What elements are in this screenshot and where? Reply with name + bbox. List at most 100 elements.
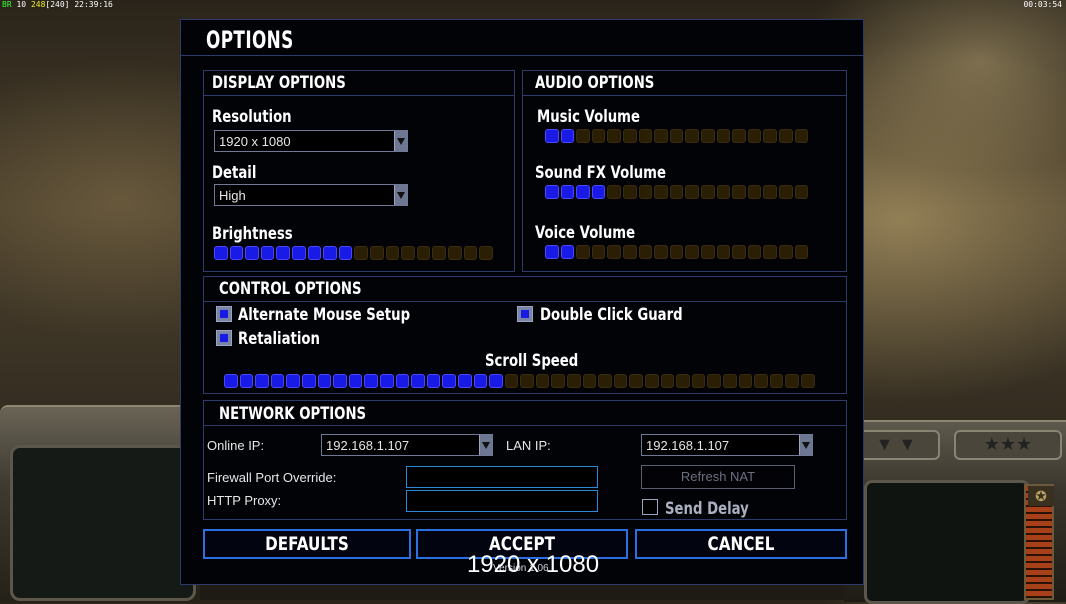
- slider-segment[interactable]: [723, 374, 737, 388]
- slider-segment[interactable]: [338, 246, 353, 260]
- slider-segment[interactable]: [463, 246, 478, 260]
- slider-segment[interactable]: [622, 245, 637, 259]
- slider-segment[interactable]: [763, 245, 777, 259]
- chevron-down-icon[interactable]: [799, 435, 812, 455]
- slider-segment[interactable]: [545, 245, 559, 259]
- slider-segment[interactable]: [545, 185, 559, 199]
- slider-segment[interactable]: [676, 374, 690, 388]
- detail-dropdown[interactable]: High: [214, 184, 408, 206]
- slider-segment[interactable]: [576, 245, 590, 259]
- brightness-slider[interactable]: [214, 246, 493, 260]
- slider-segment[interactable]: [591, 245, 606, 259]
- voice-volume-slider[interactable]: [545, 245, 809, 259]
- slider-segment[interactable]: [479, 246, 493, 260]
- slider-segment[interactable]: [551, 374, 566, 388]
- slider-segment[interactable]: [385, 246, 400, 260]
- send-delay-checkbox[interactable]: [642, 499, 658, 515]
- slider-segment[interactable]: [763, 129, 777, 143]
- slider-segment[interactable]: [685, 245, 699, 259]
- slider-segment[interactable]: [260, 246, 275, 260]
- slider-segment[interactable]: [716, 129, 731, 143]
- slider-segment[interactable]: [700, 129, 715, 143]
- slider-segment[interactable]: [685, 185, 699, 199]
- slider-segment[interactable]: [669, 245, 684, 259]
- slider-segment[interactable]: [520, 374, 534, 388]
- slider-segment[interactable]: [276, 246, 290, 260]
- slider-segment[interactable]: [301, 374, 316, 388]
- slider-segment[interactable]: [535, 374, 550, 388]
- slider-segment[interactable]: [576, 129, 590, 143]
- slider-segment[interactable]: [747, 129, 762, 143]
- scroll-speed-slider[interactable]: [224, 374, 815, 388]
- slider-segment[interactable]: [582, 374, 597, 388]
- slider-segment[interactable]: [607, 185, 621, 199]
- slider-segment[interactable]: [560, 185, 575, 199]
- slider-segment[interactable]: [224, 374, 238, 388]
- slider-segment[interactable]: [732, 245, 746, 259]
- resolution-dropdown[interactable]: 1920 x 1080: [214, 130, 408, 152]
- slider-segment[interactable]: [323, 246, 337, 260]
- sound-fx-volume-slider[interactable]: [545, 185, 809, 199]
- slider-segment[interactable]: [778, 129, 793, 143]
- online-ip-dropdown[interactable]: 192.168.1.107: [321, 434, 493, 456]
- chevron-down-icon[interactable]: [479, 435, 492, 455]
- slider-segment[interactable]: [732, 129, 746, 143]
- slider-segment[interactable]: [489, 374, 503, 388]
- slider-segment[interactable]: [286, 374, 300, 388]
- slider-segment[interactable]: [401, 246, 415, 260]
- slider-segment[interactable]: [245, 246, 259, 260]
- slider-segment[interactable]: [794, 185, 809, 199]
- slider-segment[interactable]: [778, 185, 793, 199]
- lan-ip-dropdown[interactable]: 192.168.1.107: [641, 434, 813, 456]
- slider-segment[interactable]: [560, 129, 575, 143]
- slider-segment[interactable]: [732, 185, 746, 199]
- slider-segment[interactable]: [607, 129, 621, 143]
- slider-segment[interactable]: [700, 245, 715, 259]
- slider-segment[interactable]: [255, 374, 269, 388]
- slider-segment[interactable]: [239, 374, 254, 388]
- slider-segment[interactable]: [411, 374, 425, 388]
- slider-segment[interactable]: [669, 185, 684, 199]
- slider-segment[interactable]: [447, 246, 462, 260]
- slider-segment[interactable]: [270, 374, 285, 388]
- slider-segment[interactable]: [654, 185, 668, 199]
- slider-segment[interactable]: [660, 374, 675, 388]
- slider-segment[interactable]: [738, 374, 753, 388]
- slider-segment[interactable]: [700, 185, 715, 199]
- slider-segment[interactable]: [457, 374, 472, 388]
- slider-segment[interactable]: [432, 246, 446, 260]
- slider-segment[interactable]: [607, 245, 621, 259]
- slider-segment[interactable]: [716, 245, 731, 259]
- slider-segment[interactable]: [379, 374, 394, 388]
- slider-segment[interactable]: [317, 374, 332, 388]
- refresh-nat-button[interactable]: Refresh NAT: [641, 465, 795, 489]
- slider-segment[interactable]: [354, 246, 368, 260]
- slider-segment[interactable]: [645, 374, 659, 388]
- slider-segment[interactable]: [395, 374, 410, 388]
- slider-segment[interactable]: [229, 246, 244, 260]
- slider-segment[interactable]: [747, 185, 762, 199]
- slider-segment[interactable]: [638, 129, 653, 143]
- slider-segment[interactable]: [214, 246, 228, 260]
- chevron-down-icon[interactable]: [394, 185, 407, 205]
- slider-segment[interactable]: [591, 185, 606, 199]
- slider-segment[interactable]: [707, 374, 721, 388]
- retaliation-checkbox[interactable]: [216, 330, 232, 346]
- slider-segment[interactable]: [369, 246, 384, 260]
- slider-segment[interactable]: [307, 246, 322, 260]
- slider-segment[interactable]: [691, 374, 706, 388]
- slider-segment[interactable]: [567, 374, 581, 388]
- slider-segment[interactable]: [416, 246, 431, 260]
- slider-segment[interactable]: [794, 245, 809, 259]
- slider-segment[interactable]: [364, 374, 378, 388]
- slider-segment[interactable]: [669, 129, 684, 143]
- slider-segment[interactable]: [504, 374, 519, 388]
- slider-segment[interactable]: [622, 185, 637, 199]
- slider-segment[interactable]: [576, 185, 590, 199]
- chevron-down-icon[interactable]: [394, 131, 407, 151]
- slider-segment[interactable]: [591, 129, 606, 143]
- slider-segment[interactable]: [800, 374, 815, 388]
- slider-segment[interactable]: [747, 245, 762, 259]
- slider-segment[interactable]: [716, 185, 731, 199]
- slider-segment[interactable]: [545, 129, 559, 143]
